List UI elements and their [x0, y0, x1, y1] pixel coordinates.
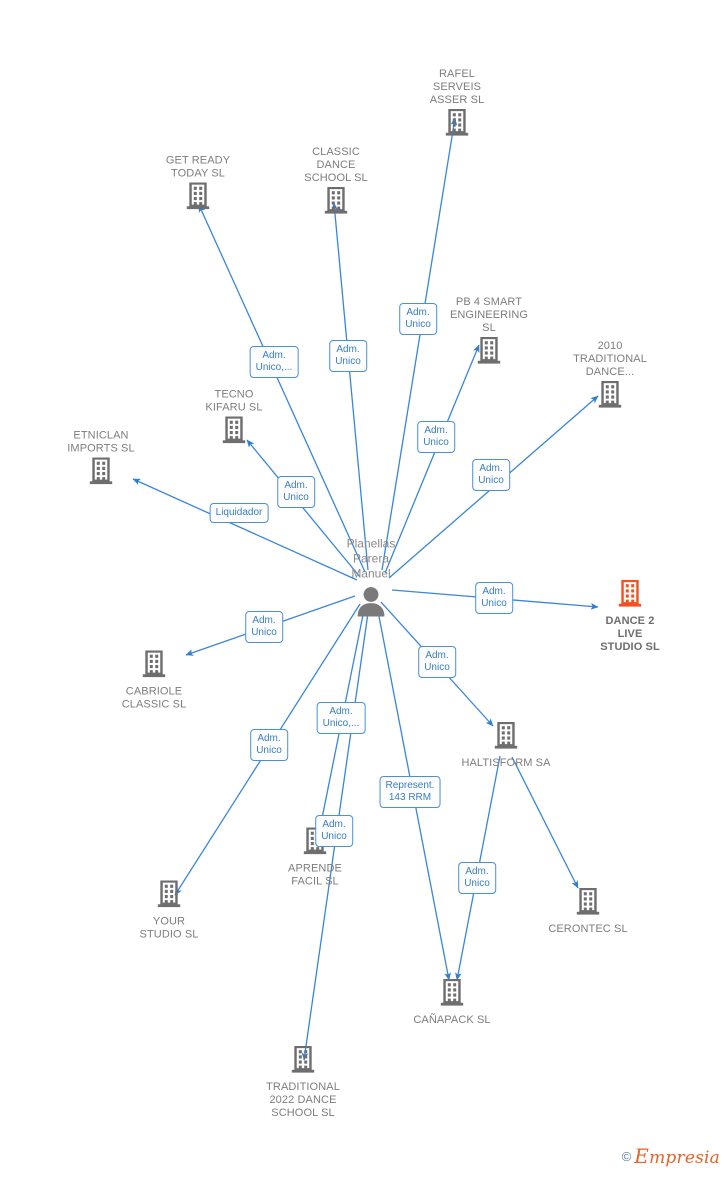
relationship-badge-e-classic-dance-school[interactable]: Adm. Unico [329, 340, 367, 372]
company-node-your-studio[interactable]: YOUR STUDIO SL [109, 880, 229, 942]
person-icon [354, 587, 388, 623]
company-node-rafel-serveis-asser[interactable]: RAFEL SERVEIS ASSER SL [397, 68, 517, 142]
person-node-label: Planellas Parera Manuel [346, 536, 396, 581]
company-node-tecno-kifaru[interactable]: TECNO KIFARU SL [174, 389, 294, 450]
company-node-label: TRADITIONAL 2022 DANCE SCHOOL SL [266, 1081, 340, 1119]
relationship-badge-e-pb-4-smart[interactable]: Adm. Unico [417, 421, 455, 453]
brand-rest: mpresia [649, 1148, 720, 1168]
company-node-label: ETNICLAN IMPORTS SL [67, 429, 135, 455]
relationship-badge-e-tecno-kifaru[interactable]: Adm. Unico [277, 476, 315, 508]
relationship-badge-e-your-studio[interactable]: Adm. Unico [250, 729, 288, 761]
building-icon [174, 416, 294, 450]
company-node-canapack[interactable]: CAÑAPACK SL [392, 978, 512, 1027]
company-node-pb-4-smart-engineering[interactable]: PB 4 SMART ENGINEERING SL [429, 296, 549, 370]
company-node-get-ready-today[interactable]: GET READY TODAY SL [138, 155, 258, 216]
company-node-cabriole-classic[interactable]: CABRIOLE CLASSIC SL [94, 650, 214, 712]
brand-initial: E [634, 1144, 650, 1168]
edge-e-classic-dance-school [331, 202, 369, 571]
relationship-badge-e-dance-2-live-studio[interactable]: Adm. Unico [475, 582, 513, 614]
company-node-etniclan-imports[interactable]: ETNICLAN IMPORTS SL [41, 430, 161, 491]
building-icon [138, 182, 258, 216]
empresia-watermark: © Empresia [622, 1144, 720, 1168]
company-node-label: 2010 TRADITIONAL DANCE... [573, 340, 647, 378]
edge-e-haltisform-cerontec [511, 756, 579, 889]
company-node-label: CAÑAPACK SL [413, 1014, 491, 1026]
building-icon [276, 186, 396, 220]
company-node-label: TECNO KIFARU SL [205, 388, 263, 414]
company-node-cerontec[interactable]: CERONTEC SL [528, 887, 648, 936]
company-node-label: APRENDE FACIL SL [288, 862, 342, 888]
copyright-symbol: © [621, 1148, 632, 1164]
company-node-2010-traditional-dance[interactable]: 2010 TRADITIONAL DANCE... [550, 340, 670, 414]
company-node-label: CERONTEC SL [548, 923, 628, 935]
brand-name: Empresia [634, 1144, 720, 1168]
building-icon [41, 457, 161, 491]
building-icon [446, 721, 566, 755]
building-icon [570, 579, 690, 613]
relationship-badge-e-haltisform[interactable]: Adm. Unico [418, 646, 456, 678]
relationship-badge-e-2010-traditional-dance[interactable]: Adm. Unico [472, 459, 510, 491]
company-node-traditional-2022-dance[interactable]: TRADITIONAL 2022 DANCE SCHOOL SL [243, 1045, 363, 1120]
building-icon [397, 108, 517, 142]
relationship-badge-e-etniclan-imports[interactable]: Liquidador [209, 503, 269, 523]
company-node-label: CLASSIC DANCE SCHOOL SL [304, 146, 368, 184]
company-node-classic-dance-school[interactable]: CLASSIC DANCE SCHOOL SL [276, 146, 396, 220]
relationship-badge-e-get-ready-today[interactable]: Adm. Unico,... [249, 346, 299, 378]
company-node-label: RAFEL SERVEIS ASSER SL [429, 68, 485, 106]
relationship-badge-e-rafel-serveis-asser[interactable]: Adm. Unico [399, 303, 437, 335]
relationship-badge-e-canapack[interactable]: Represent. 143 RRM [379, 776, 441, 808]
company-node-label: HALTISFORM SA [461, 757, 551, 769]
building-icon [528, 887, 648, 921]
relationship-badge-e-haltisform-canapack[interactable]: Adm. Unico [458, 862, 496, 894]
network-diagram-canvas: RAFEL SERVEIS ASSER SL GET READY TODAY SL… [0, 0, 728, 1180]
person-node-center[interactable]: Planellas Parera Manuel [311, 537, 431, 624]
building-icon [392, 978, 512, 1012]
company-node-dance-2-live-studio[interactable]: DANCE 2 LIVE STUDIO SL [570, 579, 690, 654]
building-icon [429, 336, 549, 370]
company-node-label: YOUR STUDIO SL [139, 915, 199, 941]
relationship-badge-e-traditional-2022[interactable]: Adm. Unico [315, 815, 353, 847]
building-icon [94, 650, 214, 684]
company-node-label: CABRIOLE CLASSIC SL [121, 685, 187, 711]
building-icon [243, 1045, 363, 1079]
company-node-label: GET READY TODAY SL [165, 154, 231, 180]
company-node-label: PB 4 SMART ENGINEERING SL [449, 296, 529, 334]
building-icon [550, 380, 670, 414]
company-node-label: DANCE 2 LIVE STUDIO SL [600, 615, 660, 653]
company-node-haltisform[interactable]: HALTISFORM SA [446, 721, 566, 770]
relationship-badge-e-cabriole-classic[interactable]: Adm. Unico [245, 611, 283, 643]
relationship-badge-e-aprende-facil[interactable]: Adm. Unico,... [316, 702, 366, 734]
building-icon [109, 880, 229, 914]
